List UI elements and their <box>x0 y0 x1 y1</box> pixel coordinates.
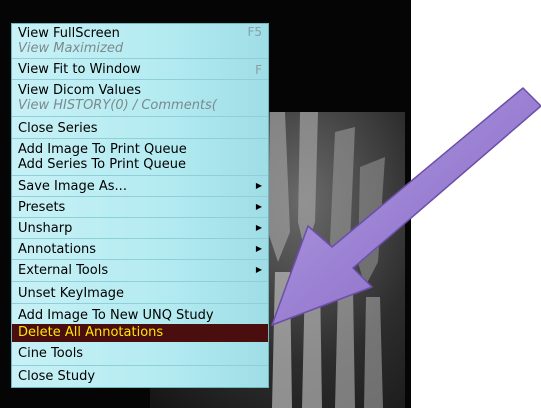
pointer-arrow-icon <box>271 87 541 326</box>
